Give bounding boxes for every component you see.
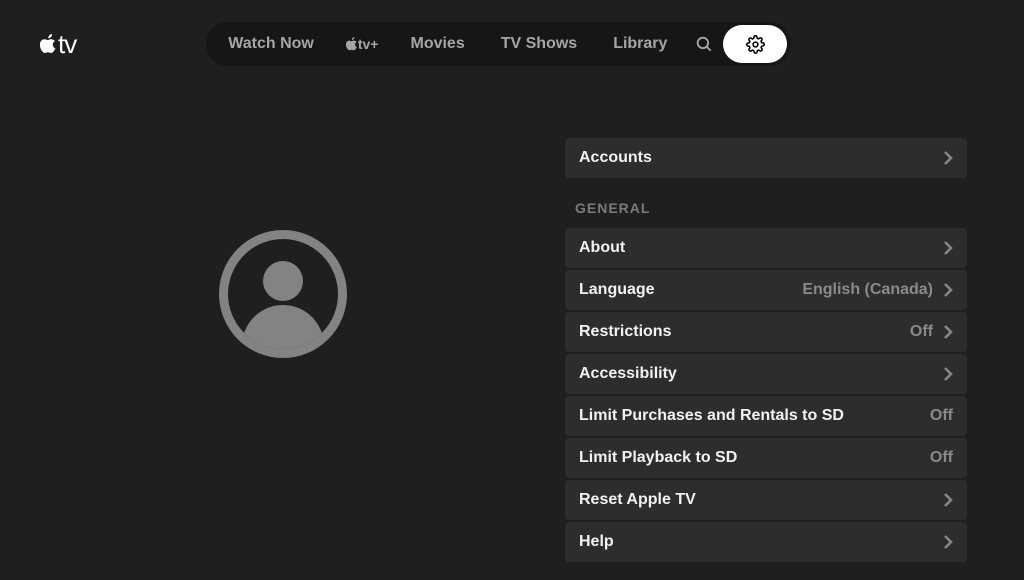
settings-row-value: English (Canada) [802,281,933,299]
nav-settings-button[interactable] [723,25,787,63]
nav-tvshows[interactable]: TV Shows [483,26,595,62]
content-area: Accounts GENERAL About Language English … [0,88,1024,580]
settings-row-about[interactable]: About [565,228,967,268]
settings-row-limit-purchases[interactable]: Limit Purchases and Rentals to SD Off [565,396,967,436]
apple-logo-icon [40,34,57,54]
accounts-section: Accounts [565,138,967,178]
settings-row-label: Reset Apple TV [579,491,696,509]
nav-movies[interactable]: Movies [392,26,482,62]
settings-row-value: Off [910,323,933,341]
user-avatar-icon [219,230,347,358]
settings-row-accounts[interactable]: Accounts [565,138,967,178]
settings-column: Accounts GENERAL About Language English … [565,88,967,580]
nav-pill: Watch Now tv+ Movies TV Shows Library [206,22,791,66]
apple-tv-logo: tv [40,29,76,60]
chevron-right-icon [943,240,953,256]
logo-text: tv [58,29,76,60]
settings-row-label: Limit Purchases and Rentals to SD [579,407,844,425]
nav-tvplus[interactable]: tv+ [332,27,393,61]
chevron-right-icon [943,366,953,382]
settings-row-reset[interactable]: Reset Apple TV [565,480,967,520]
settings-row-help[interactable]: Help [565,522,967,562]
nav-library[interactable]: Library [595,26,685,62]
settings-row-label: Limit Playback to SD [579,449,737,467]
general-section: GENERAL About Language English (Canada) … [565,196,967,562]
settings-row-value: Off [930,407,953,425]
settings-row-label: Help [579,533,614,551]
settings-row-label: About [579,239,625,257]
section-header-general: GENERAL [565,196,967,228]
settings-row-label: Accessibility [579,365,677,383]
apple-icon [346,37,358,51]
settings-row-label: Language [579,281,655,299]
nav-watch-now[interactable]: Watch Now [210,26,332,62]
settings-row-language[interactable]: Language English (Canada) [565,270,967,310]
settings-row-restrictions[interactable]: Restrictions Off [565,312,967,352]
nav-search-button[interactable] [685,26,723,62]
settings-row-limit-playback[interactable]: Limit Playback to SD Off [565,438,967,478]
top-bar: tv Watch Now tv+ Movies TV Shows Library [0,0,1024,88]
chevron-right-icon [943,324,953,340]
chevron-right-icon [943,534,953,550]
profile-column [0,88,565,580]
gear-icon [746,35,765,54]
settings-row-label: Accounts [579,149,652,167]
chevron-right-icon [943,150,953,166]
settings-row-value: Off [930,449,953,467]
search-icon [695,35,713,53]
nav-tvplus-label: tv+ [358,36,379,52]
settings-row-label: Restrictions [579,323,671,341]
chevron-right-icon [943,492,953,508]
settings-row-accessibility[interactable]: Accessibility [565,354,967,394]
chevron-right-icon [943,282,953,298]
